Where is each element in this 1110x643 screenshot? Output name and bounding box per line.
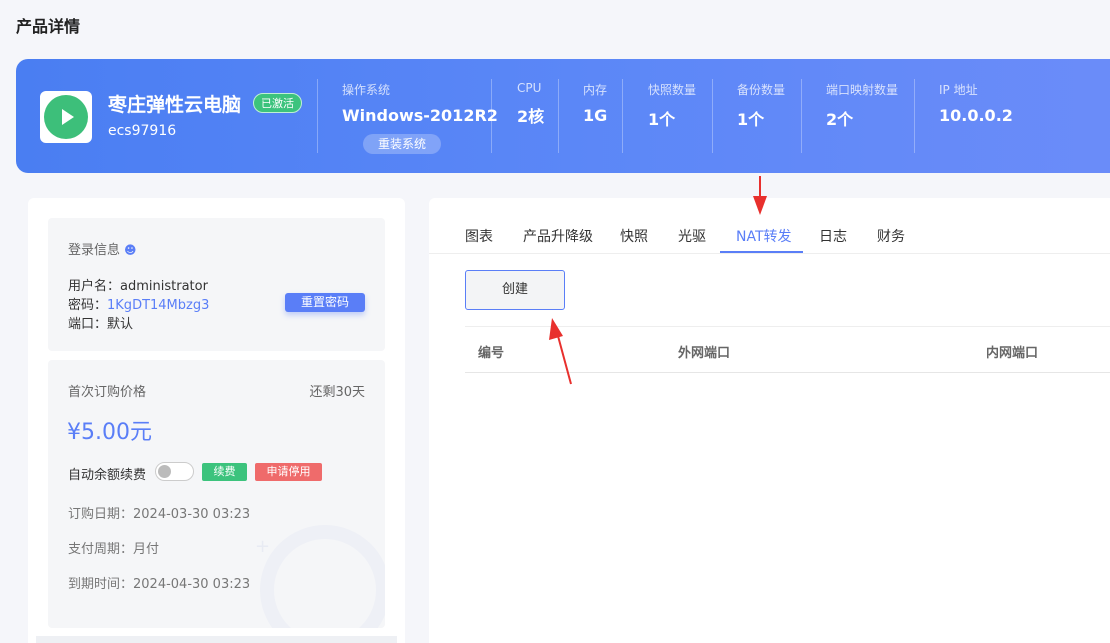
os-stat: 操作系统 Windows-2012R2 (342, 81, 498, 125)
remaining-days: 还剩30天 (309, 385, 365, 400)
tab-snapshot[interactable]: 快照 (620, 226, 648, 246)
stat-label: CPU (517, 81, 542, 95)
stat-label: 备份数量 (737, 83, 786, 97)
expire-date: 到期时间：2024-04-30 03:23 (68, 577, 251, 592)
plus-decoration-icon: + (255, 536, 271, 557)
tab-log[interactable]: 日志 (819, 226, 847, 246)
column-id: 编号 (478, 346, 505, 361)
login-info-panel: 登录信息 ☻ 用户名：administrator 密码：1KgDT14Mbzg3 … (48, 218, 385, 351)
stat-value: 1个 (648, 110, 676, 129)
cpu-stat: CPU 2核 (517, 81, 544, 127)
backup-stat: 备份数量 1个 (737, 81, 785, 130)
column-internal-port: 内网端口 (986, 346, 1039, 361)
product-info-card: 登录信息 ☻ 用户名：administrator 密码：1KgDT14Mbzg3 … (28, 198, 405, 643)
tab-bar: 图表 产品升降级 快照 光驱 NAT转发 日志 财务 (429, 198, 1110, 254)
status-badge: 已激活 (253, 93, 302, 113)
tab-chart[interactable]: 图表 (465, 226, 493, 246)
password-value[interactable]: 1KgDT14Mbzg3 (107, 298, 209, 313)
order-date: 订购日期：2024-03-30 03:23 (68, 507, 251, 522)
stat-label: 快照数量 (648, 83, 697, 97)
login-info-label: 登录信息 (68, 243, 121, 258)
divider (558, 79, 559, 153)
divider (317, 79, 318, 153)
first-price-label: 首次订购价格 (68, 385, 147, 400)
stat-value: 1个 (737, 110, 765, 129)
active-tab-indicator (720, 251, 803, 253)
divider (914, 79, 915, 153)
create-button[interactable]: 创建 (465, 270, 565, 310)
os-label: 操作系统 (342, 83, 391, 97)
next-card-edge (36, 636, 397, 643)
stat-label: 内存 (583, 83, 608, 97)
product-name: 枣庄弹性云电脑 (108, 94, 242, 116)
billing-panel: + 首次订购价格 还剩30天 ¥5.00元 自动余额续费 续费 申请停用 订购日… (48, 360, 385, 628)
snapshot-stat: 快照数量 1个 (648, 81, 696, 130)
port-value: 默认 (107, 317, 134, 332)
tab-upgrade[interactable]: 产品升降级 (523, 226, 593, 246)
ip-stat: IP 地址 10.0.0.2 (939, 81, 1013, 125)
tab-finance[interactable]: 财务 (877, 226, 905, 246)
stat-label: IP 地址 (939, 83, 978, 97)
divider (622, 79, 623, 153)
password-line: 密码：1KgDT14Mbzg3 (68, 294, 209, 313)
username-line: 用户名：administrator (68, 275, 208, 294)
column-external-port: 外网端口 (678, 346, 731, 361)
page-title: 产品详情 (16, 17, 81, 36)
product-id: ecs97916 (108, 123, 177, 139)
divider (712, 79, 713, 153)
port-mapping-stat: 端口映射数量 2个 (826, 81, 898, 130)
password-label: 密码： (68, 298, 108, 313)
username-label: 用户名： (68, 279, 121, 294)
stat-value: 10.0.0.2 (939, 106, 1013, 125)
product-banner: 枣庄弹性云电脑 已激活 ecs97916 操作系统 Windows-2012R2… (16, 59, 1110, 173)
request-stop-button[interactable]: 申请停用 (255, 463, 322, 481)
divider (801, 79, 802, 153)
user-icon: ☻ (124, 243, 137, 257)
port-line: 端口：默认 (68, 313, 133, 332)
username-value: administrator (120, 279, 208, 294)
detail-tabs-card: 图表 产品升降级 快照 光驱 NAT转发 日志 财务 创建 编号 外网端口 内网… (429, 198, 1110, 643)
renew-button[interactable]: 续费 (202, 463, 247, 481)
os-value: Windows-2012R2 (342, 106, 498, 125)
auto-renew-toggle[interactable] (155, 462, 194, 481)
port-label: 端口： (68, 317, 108, 332)
billing-cycle: 支付周期：月付 (68, 542, 160, 557)
stat-value: 1G (583, 106, 608, 125)
play-icon (40, 91, 92, 143)
reset-password-button[interactable]: 重置密码 (285, 293, 365, 312)
auto-renew-label: 自动余额续费 (68, 468, 147, 483)
stat-value: 2个 (826, 110, 854, 129)
stat-label: 端口映射数量 (826, 83, 899, 97)
price-value: ¥5.00元 (67, 420, 152, 445)
tab-cdrom[interactable]: 光驱 (678, 226, 706, 246)
tab-nat[interactable]: NAT转发 (736, 226, 792, 246)
divider (491, 79, 492, 153)
login-info-title: 登录信息 ☻ (68, 239, 137, 258)
money-bag-decoration-icon (260, 525, 385, 628)
reinstall-button[interactable]: 重装系统 (363, 134, 441, 154)
nat-table-header: 编号 外网端口 内网端口 (465, 326, 1110, 373)
memory-stat: 内存 1G (583, 81, 607, 125)
stat-value: 2核 (517, 107, 545, 126)
